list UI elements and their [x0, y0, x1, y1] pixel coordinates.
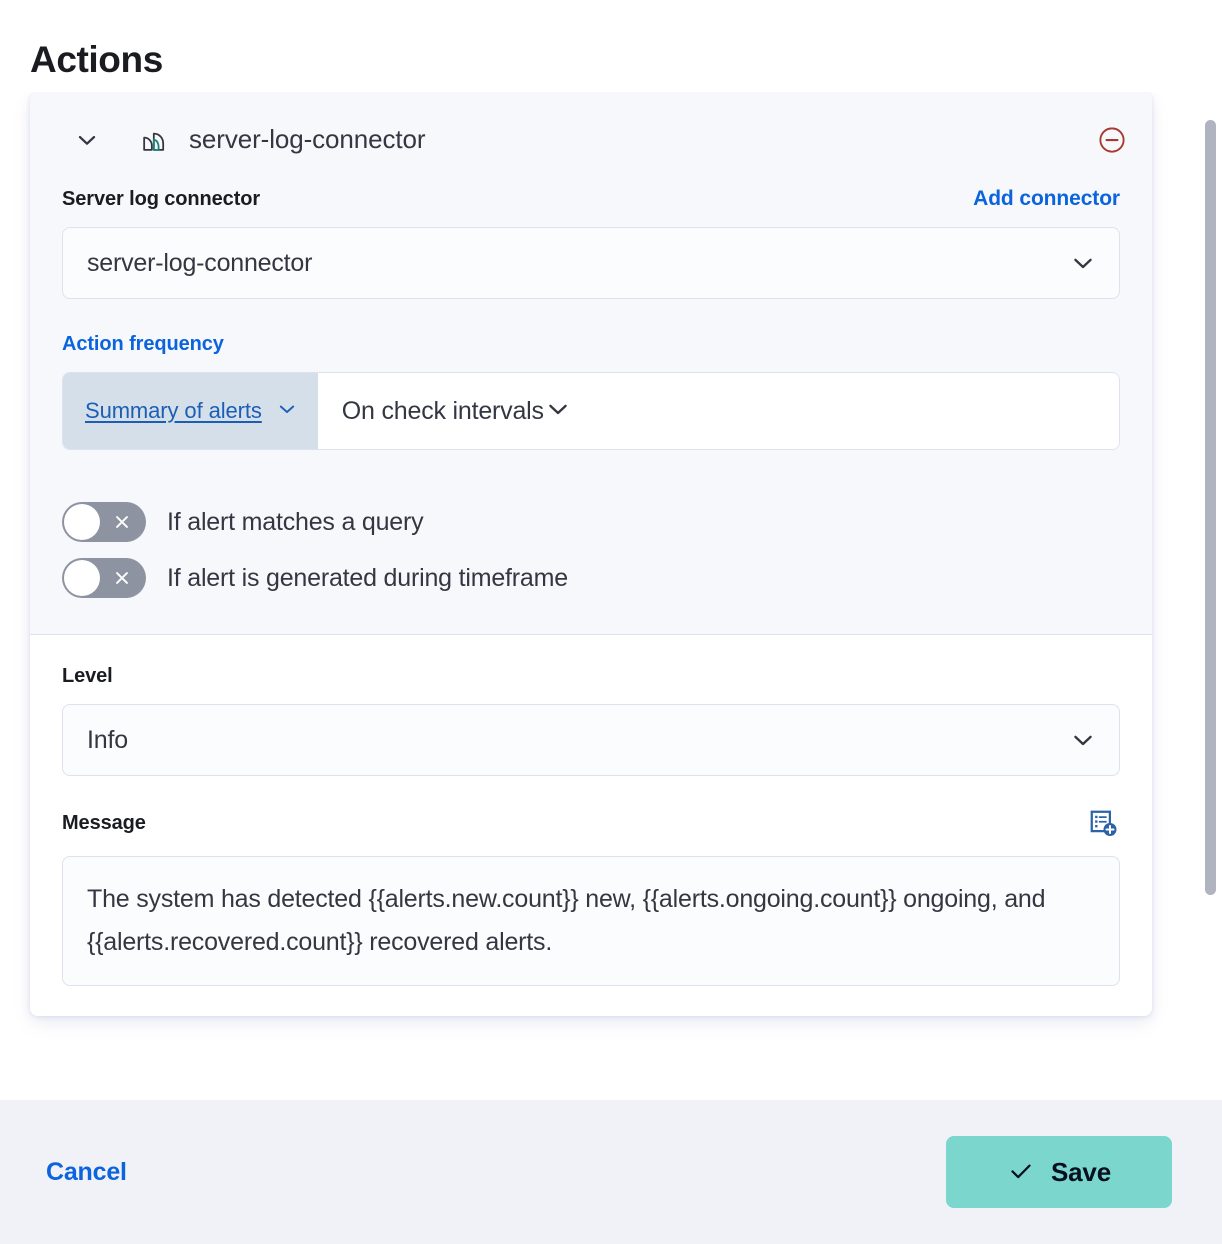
message-field-label: Message: [62, 812, 146, 835]
page-title: Actions: [30, 37, 163, 83]
action-frequency-label-row: Action frequency: [62, 333, 1120, 356]
toggle-if-alert-generated-during-timeframe[interactable]: [62, 558, 146, 598]
modal-footer: Cancel Save: [0, 1100, 1222, 1244]
toggle-knob: [64, 560, 100, 596]
level-select[interactable]: Info: [62, 704, 1120, 776]
message-field-label-row: Message: [62, 806, 1120, 840]
action-frequency-label: Action frequency: [62, 333, 224, 356]
add-variable-icon[interactable]: [1086, 806, 1120, 840]
toggle-if-alert-matches-query[interactable]: [62, 502, 146, 542]
check-icon: [1007, 1157, 1035, 1188]
connector-select[interactable]: server-log-connector: [62, 227, 1120, 299]
toggle-row-alert-timeframe: If alert is generated during timeframe: [62, 558, 1120, 598]
vertical-scrollbar[interactable]: [1205, 110, 1216, 900]
action-frequency-select[interactable]: On check intervals: [318, 373, 1119, 449]
connector-title: server-log-connector: [189, 124, 425, 155]
action-frequency-value: On check intervals: [342, 397, 544, 426]
level-field-label-row: Level: [62, 665, 1120, 688]
toggle-row-alert-query: If alert matches a query: [62, 502, 1120, 542]
chevron-down-icon: [275, 397, 299, 426]
action-card-header: server-log-connector: [30, 92, 1152, 187]
cross-icon: [113, 569, 131, 587]
actions-scroll-area: server-log-connector Server log connecto…: [0, 92, 1222, 1100]
chevron-down-icon: [1069, 249, 1097, 277]
scrollbar-thumb[interactable]: [1205, 120, 1216, 895]
conditional-toggles: If alert matches a query If alert is gen…: [62, 502, 1120, 598]
toggle-label: If alert matches a query: [167, 508, 423, 537]
level-field-label: Level: [62, 665, 113, 688]
save-button[interactable]: Save: [946, 1136, 1172, 1208]
cancel-button[interactable]: Cancel: [46, 1158, 127, 1187]
toggle-knob: [64, 504, 100, 540]
cross-icon: [113, 513, 131, 531]
action-card-body-top: Server log connector Add connector serve…: [30, 187, 1152, 635]
summary-of-alerts-label: Summary of alerts: [85, 398, 262, 424]
action-frequency-group: Summary of alerts On check intervals: [62, 372, 1120, 450]
action-card-body-bottom: Level Info Message: [30, 635, 1152, 1016]
save-button-label: Save: [1051, 1157, 1111, 1188]
message-textarea[interactable]: The system has detected {{alerts.new.cou…: [62, 856, 1120, 986]
summary-of-alerts-dropdown[interactable]: Summary of alerts: [63, 373, 318, 449]
app-root: Actions server-log-connector: [0, 0, 1222, 1244]
chevron-down-icon: [544, 395, 572, 428]
chevron-down-icon: [1069, 726, 1097, 754]
minus-in-circle-icon[interactable]: [1096, 124, 1128, 156]
toggle-label: If alert is generated during timeframe: [167, 564, 568, 593]
connector-select-value: server-log-connector: [87, 249, 312, 278]
connector-field-label: Server log connector: [62, 188, 260, 211]
message-textarea-value: The system has detected {{alerts.new.cou…: [87, 885, 1052, 956]
add-connector-link[interactable]: Add connector: [973, 187, 1120, 211]
level-select-value: Info: [87, 726, 128, 755]
action-card: server-log-connector Server log connecto…: [30, 92, 1152, 1016]
connector-field-label-row: Server log connector Add connector: [62, 187, 1120, 211]
chevron-down-icon[interactable]: [74, 127, 100, 153]
server-log-connector-icon: [138, 124, 170, 156]
